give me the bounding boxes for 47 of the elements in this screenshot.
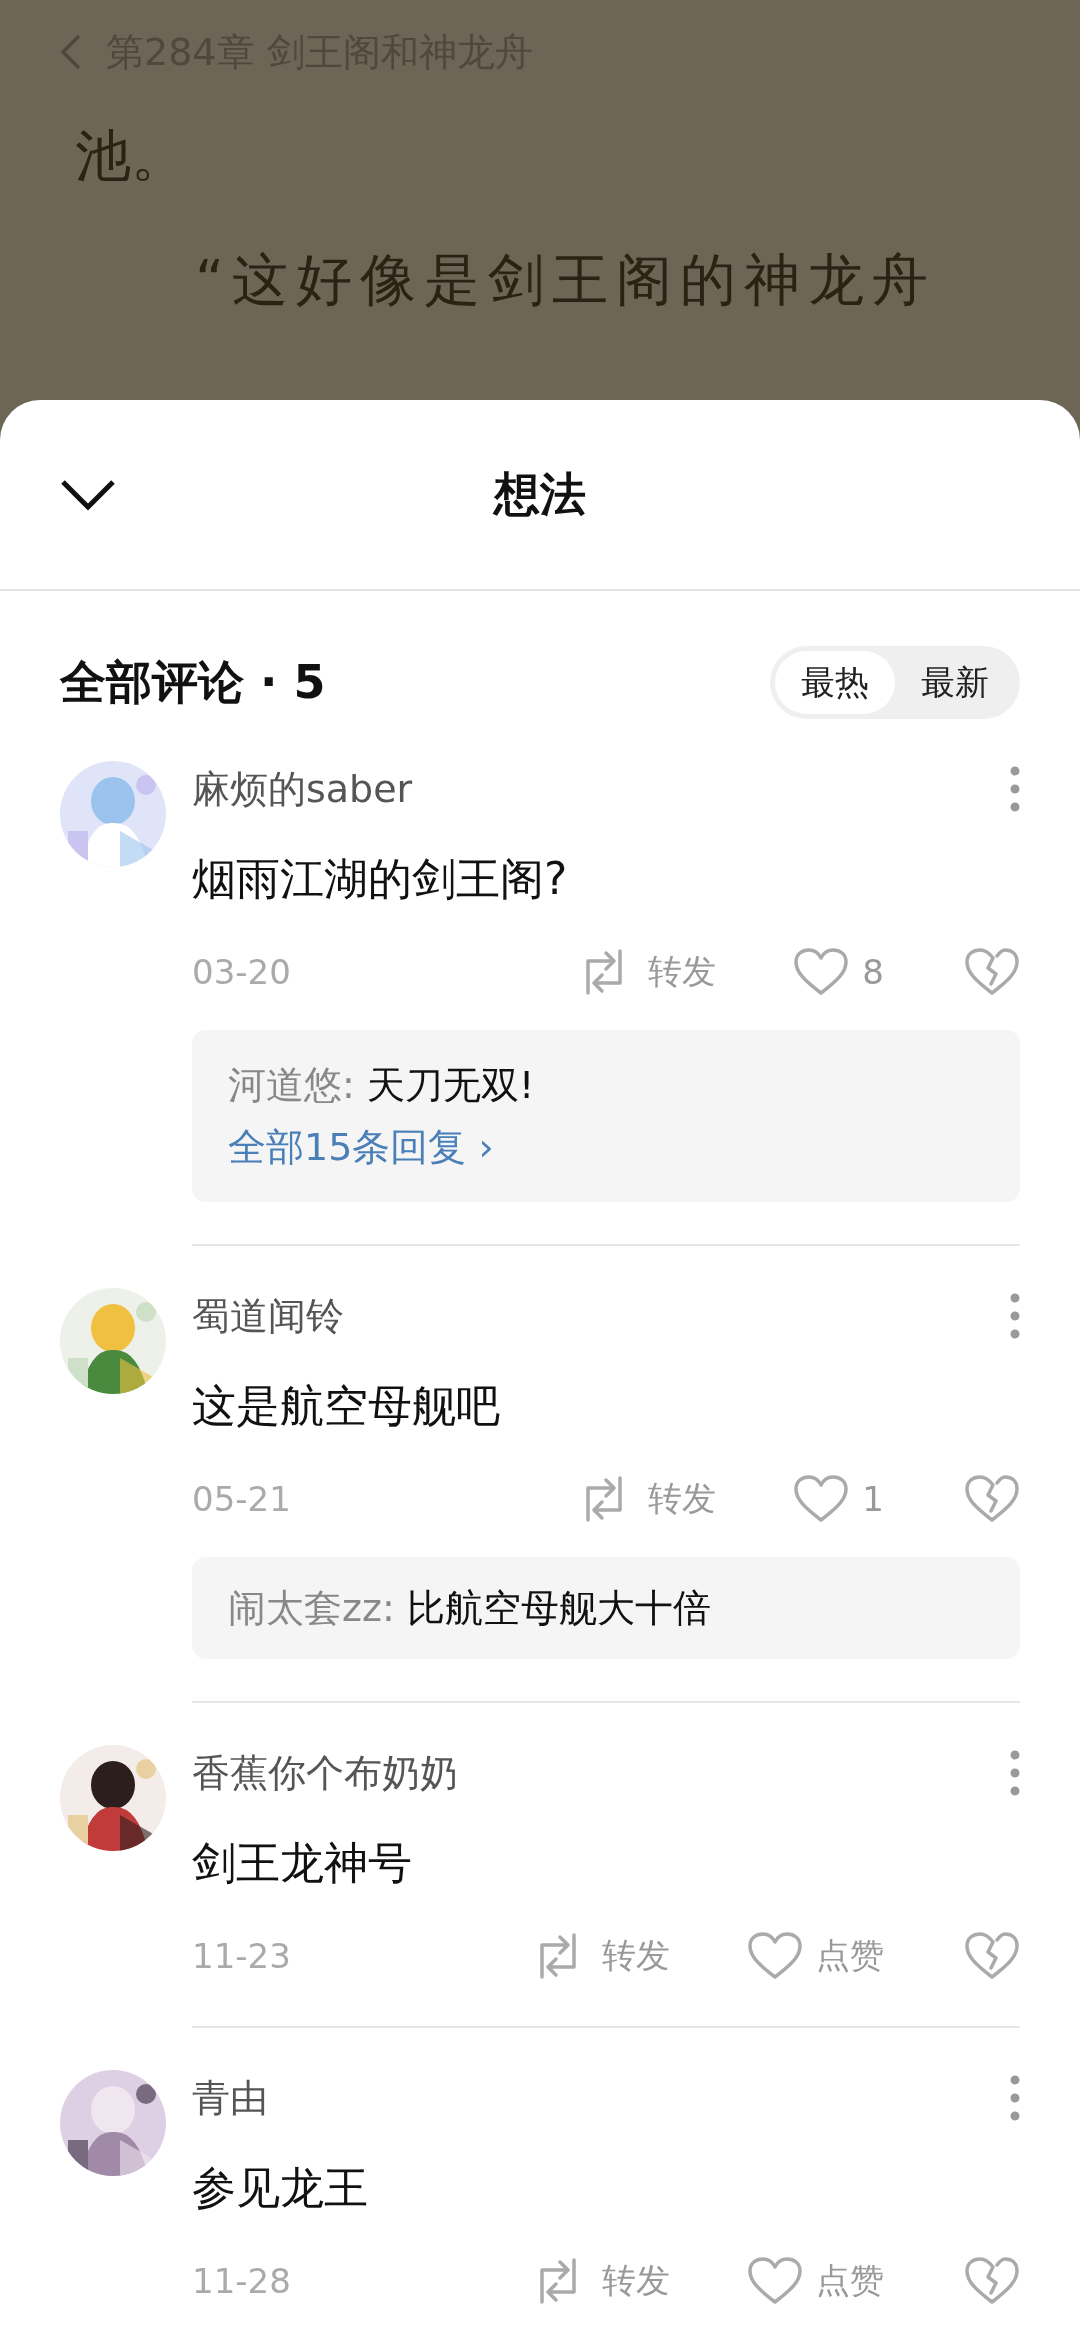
comment-date: 11-28 bbox=[192, 2261, 292, 2301]
heart-icon bbox=[748, 1932, 802, 1980]
comment-date: 03-20 bbox=[192, 952, 292, 992]
heart-icon bbox=[748, 2257, 802, 2305]
user-name[interactable]: 蜀道闻铃 bbox=[192, 1290, 344, 1342]
comment-text: 参见龙王 bbox=[192, 2161, 369, 2215]
user-name[interactable]: 青由 bbox=[192, 2072, 268, 2124]
sheet-title: 想法 bbox=[494, 466, 586, 521]
sort-option[interactable]: 最热 bbox=[775, 651, 895, 714]
user-name[interactable]: 香蕉你个布奶奶 bbox=[192, 1747, 458, 1799]
reading-text: 池。 bbox=[74, 122, 188, 190]
back-icon[interactable] bbox=[60, 33, 82, 71]
broken-heart-icon[interactable] bbox=[964, 1932, 1020, 1980]
more-icon[interactable] bbox=[1010, 1750, 1020, 1796]
comment-text: 这是航空母舰吧 bbox=[192, 1379, 501, 1433]
view-all-replies-link[interactable]: 全部15条回复 › bbox=[228, 1116, 494, 1178]
repost-label[interactable]: 转发 bbox=[648, 1476, 717, 1522]
repost-label[interactable]: 转发 bbox=[648, 949, 717, 995]
comments-heading: 全部评论 · 5 bbox=[60, 653, 326, 711]
broken-heart-icon[interactable] bbox=[964, 2257, 1020, 2305]
collapse-chevron-icon[interactable] bbox=[60, 478, 116, 511]
more-icon[interactable] bbox=[1010, 2075, 1020, 2121]
reply-text: 天刀无双! bbox=[366, 1063, 535, 1107]
reply-text: 比航空母舰大十倍 bbox=[406, 1586, 711, 1630]
reply-author: 河道悠: bbox=[228, 1063, 355, 1107]
reply-preview-card[interactable]: 河道悠: 天刀无双! 全部15条回复 › bbox=[192, 1030, 1020, 1202]
reply-preview-card[interactable]: 闹太套zz: 比航空母舰大十倍 bbox=[192, 1557, 1020, 1659]
more-icon[interactable] bbox=[1010, 1293, 1020, 1339]
reply-author: 闹太套zz: bbox=[228, 1586, 395, 1630]
comment-text: 剑王龙神号 bbox=[192, 1836, 413, 1890]
reading-text: “这好像是剑王阁的神龙舟 bbox=[194, 246, 937, 314]
broken-heart-icon[interactable] bbox=[964, 1475, 1020, 1523]
repost-label[interactable]: 转发 bbox=[602, 1933, 670, 1979]
like-count[interactable]: 点赞 bbox=[816, 2258, 884, 2304]
sort-option[interactable]: 最新 bbox=[895, 651, 1015, 714]
comment-date: 11-23 bbox=[192, 1936, 292, 1976]
repost-label[interactable]: 转发 bbox=[602, 2258, 670, 2304]
like-count[interactable]: 1 bbox=[862, 1479, 884, 1519]
heart-icon bbox=[794, 948, 849, 996]
user-name[interactable]: 麻烦的saber bbox=[192, 763, 413, 815]
heart-icon bbox=[794, 1475, 849, 1523]
like-count[interactable]: 8 bbox=[862, 952, 884, 992]
more-icon[interactable] bbox=[1010, 766, 1020, 812]
comment-text: 烟雨江湖的剑王阁? bbox=[192, 852, 569, 906]
broken-heart-icon[interactable] bbox=[964, 948, 1020, 996]
like-count[interactable]: 点赞 bbox=[816, 1933, 884, 1979]
comment-date: 05-21 bbox=[192, 1479, 292, 1519]
